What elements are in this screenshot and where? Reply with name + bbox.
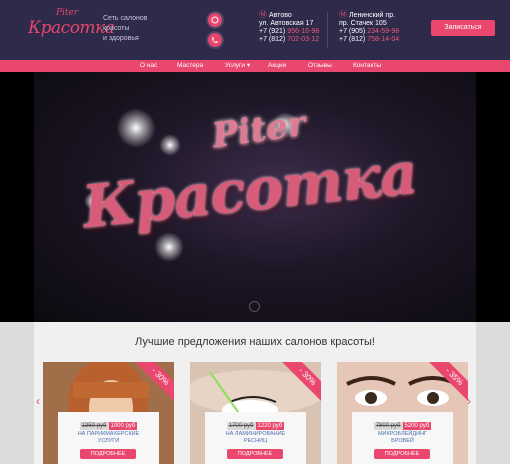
location-phone2: +7 (812) 758-14-04 [339, 36, 400, 43]
location-street: ул. Автовская 17 [259, 20, 314, 27]
tagline: Сеть салонов красоты и здоровья [103, 14, 183, 44]
new-price: 1220 руб [255, 422, 285, 430]
nav-item-promotions[interactable]: Акции [268, 60, 286, 72]
nav-item-reviews[interactable]: Отзывы [308, 60, 332, 72]
tagline-line: красоты [103, 25, 130, 32]
phone-link[interactable]: 956-16-98 [287, 28, 319, 35]
location-phone1: +7 (921) 956-16-98 [259, 28, 320, 35]
offer-info: 1350 руб 1000 руб НА ПАРИКМАХЕРСКИЕ УСЛУГ… [58, 412, 159, 464]
offer-name: РЕСНИЦ [243, 438, 268, 444]
nav-label: Услуги [225, 62, 245, 69]
offer-card: - 30% 1350 руб 1000 руб НА ПАРИКМАХЕРСКИЕ… [43, 362, 174, 464]
location-leninsky: Ⓜ Ленинский пр. пр. Стачек 105 +7 (905) … [339, 11, 399, 44]
offers-side [0, 322, 34, 464]
logo[interactable]: Piter Красотка [28, 8, 115, 48]
video-side-right [476, 72, 510, 322]
video-side-left [0, 72, 34, 322]
offer-name: НА ПАРИКМАХЕРСКИЕ [77, 431, 140, 437]
offer-info: 1700 руб 1220 руб НА ЛАМИНИРОВАНИЕ РЕСНИЦ… [205, 412, 306, 464]
tagline-line: и здоровья [103, 35, 139, 42]
tagline-line: Сеть салонов [103, 15, 148, 22]
metro-icon: Ⓜ [339, 10, 347, 19]
video-title-main: Красотка [79, 138, 420, 242]
location-phone2: +7 (812) 702-03-12 [259, 36, 320, 43]
book-button[interactable]: Записаться [431, 20, 495, 36]
offer-card: - 30% 1700 руб 1220 руб НА ЛАМИНИРОВАНИЕ … [190, 362, 321, 464]
phone-icon[interactable] [208, 33, 222, 47]
new-price: 5200 руб [402, 422, 432, 430]
light-flare [116, 108, 156, 148]
location-phone1: +7 (905) 234-59-98 [339, 28, 400, 35]
more-button[interactable]: ПОДРОБНЕЕ [374, 449, 430, 459]
offers-title: Лучшие предложения наших салонов красоты… [135, 336, 375, 348]
offer-name: УСЛУГИ [97, 438, 120, 444]
more-button[interactable]: ПОДРОБНЕЕ [80, 449, 136, 459]
location-street: пр. Стачек 105 [339, 20, 387, 27]
offer-name: МИКРОБЛЕЙДИНГ [377, 431, 428, 437]
old-price: 1350 руб [79, 422, 109, 430]
play-icon[interactable] [249, 301, 260, 312]
offer-name: НА ЛАМИНИРОВАНИЕ [225, 431, 286, 437]
location-avtovo: Ⓜ Автово ул. Автовская 17 +7 (921) 956-1… [259, 11, 319, 44]
more-button[interactable]: ПОДРОБНЕЕ [227, 449, 283, 459]
old-price: 1700 руб [226, 422, 256, 430]
nav-item-about[interactable]: О нас [140, 60, 157, 72]
location-name: Автово [268, 12, 292, 19]
viber-icon[interactable] [208, 13, 222, 27]
light-flare [154, 232, 184, 262]
phone-link[interactable]: 758-14-04 [367, 36, 399, 43]
offer-name: БРОВЕЙ [391, 438, 414, 444]
light-flare [159, 134, 181, 156]
video-title-top: Piter [209, 103, 309, 157]
divider [327, 12, 328, 48]
new-price: 1000 руб [108, 422, 138, 430]
offers-side [476, 322, 510, 464]
metro-icon: Ⓜ [259, 10, 267, 19]
location-name: Ленинский пр. [348, 12, 396, 19]
nav-item-contacts[interactable]: Контакты [353, 60, 381, 72]
main-nav: О нас Мастера Услуги ▾ Акции Отзывы Конт… [0, 60, 510, 72]
nav-item-services[interactable]: Услуги ▾ [225, 60, 250, 72]
chevron-left-icon[interactable]: ‹ [36, 394, 40, 408]
header: Piter Красотка Сеть салонов красоты и зд… [0, 0, 510, 60]
old-price: 7800 руб [373, 422, 403, 430]
offer-card: - 35% 7800 руб 5200 руб МИКРОБЛЕЙДИНГ БРО… [337, 362, 468, 464]
offer-info: 7800 руб 5200 руб МИКРОБЛЕЙДИНГ БРОВЕЙ ПО… [352, 412, 453, 464]
logo-piter: Piter [56, 8, 79, 18]
phone-link[interactable]: 234-59-98 [367, 28, 399, 35]
chevron-down-icon: ▾ [246, 62, 251, 69]
promo-video[interactable]: Piter Красотка [34, 72, 476, 322]
logo-name: Красотка [28, 18, 115, 38]
phone-link[interactable]: 702-03-12 [287, 36, 319, 43]
nav-item-masters[interactable]: Мастера [177, 60, 203, 72]
